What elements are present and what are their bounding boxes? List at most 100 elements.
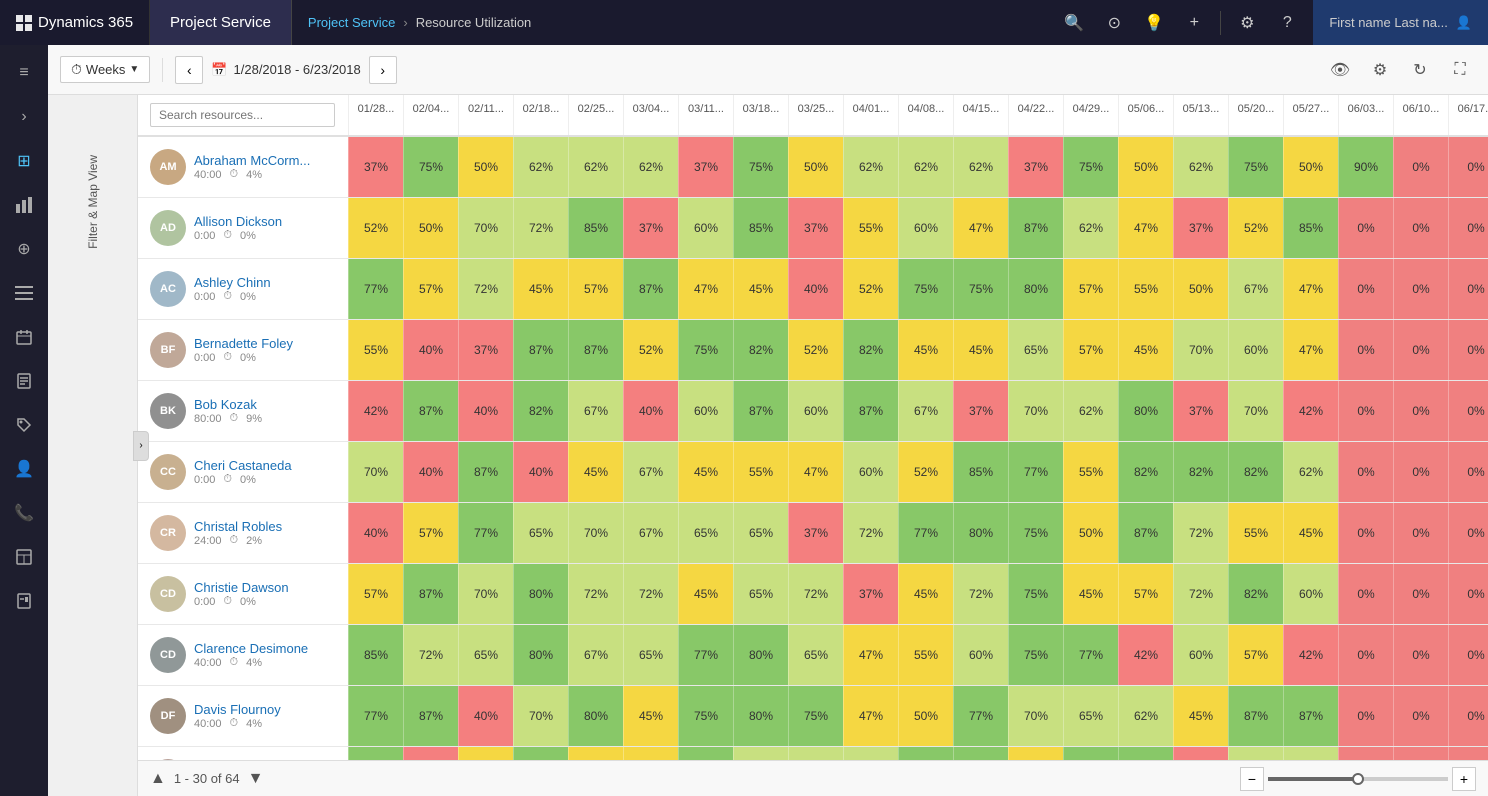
util-cell[interactable]: 90% (1338, 137, 1393, 197)
util-cell[interactable]: 72% (568, 564, 623, 624)
util-cell[interactable]: 67% (898, 381, 953, 441)
sidebar-list[interactable] (4, 273, 44, 313)
util-cell[interactable]: 67% (843, 747, 898, 760)
util-cell[interactable]: 50% (1173, 259, 1228, 319)
util-cell[interactable]: 60% (843, 442, 898, 502)
util-cell[interactable]: 0% (1448, 442, 1488, 502)
util-cell[interactable]: 75% (733, 137, 788, 197)
sidebar-report[interactable] (4, 581, 44, 621)
util-cell[interactable]: 67% (1228, 259, 1283, 319)
resource-name[interactable]: Allison Dickson (194, 214, 336, 229)
util-cell[interactable]: 87% (1008, 198, 1063, 258)
util-cell[interactable]: 62% (568, 137, 623, 197)
util-cell[interactable]: 60% (1228, 320, 1283, 380)
util-cell[interactable]: 0% (1393, 320, 1448, 380)
util-cell[interactable]: 52% (843, 259, 898, 319)
util-cell[interactable]: 77% (678, 625, 733, 685)
util-cell[interactable]: 72% (953, 564, 1008, 624)
util-cell[interactable]: 55% (1118, 259, 1173, 319)
util-cell[interactable]: 82% (513, 381, 568, 441)
util-cell[interactable]: 77% (348, 686, 403, 746)
util-cell[interactable]: 87% (1228, 686, 1283, 746)
util-cell[interactable]: 0% (1448, 747, 1488, 760)
util-cell[interactable]: 0% (1393, 686, 1448, 746)
util-cell[interactable]: 80% (953, 503, 1008, 563)
util-cell[interactable]: 0% (1448, 137, 1488, 197)
search-icon[interactable]: 🔍 (1056, 5, 1092, 41)
util-cell[interactable]: 0% (1393, 625, 1448, 685)
util-cell[interactable]: 75% (403, 137, 458, 197)
util-cell[interactable]: 70% (348, 442, 403, 502)
prev-period-button[interactable]: ‹ (175, 56, 203, 84)
util-cell[interactable]: 65% (733, 564, 788, 624)
util-cell[interactable]: 57% (403, 503, 458, 563)
view-toggle-icon[interactable]: 👁 (1324, 54, 1356, 86)
util-cell[interactable]: 65% (788, 625, 843, 685)
util-cell[interactable]: 45% (513, 259, 568, 319)
util-cell[interactable]: 47% (1283, 259, 1338, 319)
util-cell[interactable]: 55% (843, 198, 898, 258)
util-cell[interactable]: 82% (1063, 747, 1118, 760)
util-cell[interactable]: 47% (678, 259, 733, 319)
util-cell[interactable]: 87% (568, 320, 623, 380)
util-cell[interactable]: 47% (843, 625, 898, 685)
util-cell[interactable]: 75% (898, 259, 953, 319)
util-cell[interactable]: 72% (843, 503, 898, 563)
sidebar-hamburger[interactable]: ≡ (4, 53, 44, 93)
util-cell[interactable]: 0% (1448, 625, 1488, 685)
util-cell[interactable]: 0% (1448, 503, 1488, 563)
expand-icon[interactable]: ⛶ (1444, 54, 1476, 86)
util-cell[interactable]: 72% (513, 198, 568, 258)
util-cell[interactable]: 45% (678, 442, 733, 502)
util-cell[interactable]: 0% (1338, 503, 1393, 563)
util-cell[interactable]: 72% (458, 259, 513, 319)
util-cell[interactable]: 40% (513, 442, 568, 502)
util-cell[interactable]: 80% (733, 686, 788, 746)
util-cell[interactable]: 40% (403, 442, 458, 502)
sidebar-document[interactable] (4, 361, 44, 401)
util-cell[interactable]: 67% (568, 381, 623, 441)
util-cell[interactable]: 0% (1393, 564, 1448, 624)
add-icon[interactable]: + (1176, 5, 1212, 41)
resource-name[interactable]: Bob Kozak (194, 397, 336, 412)
gear-icon[interactable]: ⚙ (1229, 5, 1265, 41)
util-cell[interactable]: 55% (348, 320, 403, 380)
util-cell[interactable]: 77% (348, 259, 403, 319)
util-cell[interactable]: 37% (1173, 381, 1228, 441)
page-down-button[interactable]: ▼ (248, 770, 264, 788)
util-cell[interactable]: 0% (1338, 259, 1393, 319)
util-cell[interactable]: 37% (843, 564, 898, 624)
util-cell[interactable]: 60% (678, 381, 733, 441)
util-cell[interactable]: 52% (623, 320, 678, 380)
util-cell[interactable]: 37% (348, 137, 403, 197)
util-cell[interactable]: 65% (513, 503, 568, 563)
util-cell[interactable]: 70% (1008, 381, 1063, 441)
sidebar-table[interactable] (4, 537, 44, 577)
util-cell[interactable]: 62% (623, 137, 678, 197)
util-cell[interactable]: 0% (1393, 442, 1448, 502)
filter-label[interactable]: Filter & Map View (86, 155, 100, 249)
sidebar-plus[interactable]: ⊕ (4, 229, 44, 269)
util-cell[interactable]: 75% (1008, 625, 1063, 685)
util-cell[interactable]: 60% (898, 198, 953, 258)
util-cell[interactable]: 40% (458, 381, 513, 441)
util-cell[interactable]: 72% (1173, 503, 1228, 563)
util-cell[interactable]: 85% (568, 198, 623, 258)
util-cell[interactable]: 47% (1283, 320, 1338, 380)
sidebar-tag[interactable] (4, 405, 44, 445)
util-cell[interactable]: 0% (1338, 442, 1393, 502)
util-cell[interactable]: 87% (458, 442, 513, 502)
util-cell[interactable]: 40% (1173, 747, 1228, 760)
zoom-bar[interactable] (1268, 777, 1448, 781)
util-cell[interactable]: 70% (568, 503, 623, 563)
util-cell[interactable]: 0% (1448, 198, 1488, 258)
util-cell[interactable]: 47% (843, 686, 898, 746)
util-cell[interactable]: 70% (1173, 320, 1228, 380)
util-cell[interactable]: 0% (1338, 198, 1393, 258)
util-cell[interactable]: 45% (1173, 686, 1228, 746)
util-cell[interactable]: 0% (1338, 625, 1393, 685)
util-cell[interactable]: 77% (898, 503, 953, 563)
zoom-out-button[interactable]: − (1240, 767, 1264, 791)
util-cell[interactable]: 57% (1063, 320, 1118, 380)
util-cell[interactable]: 37% (788, 503, 843, 563)
